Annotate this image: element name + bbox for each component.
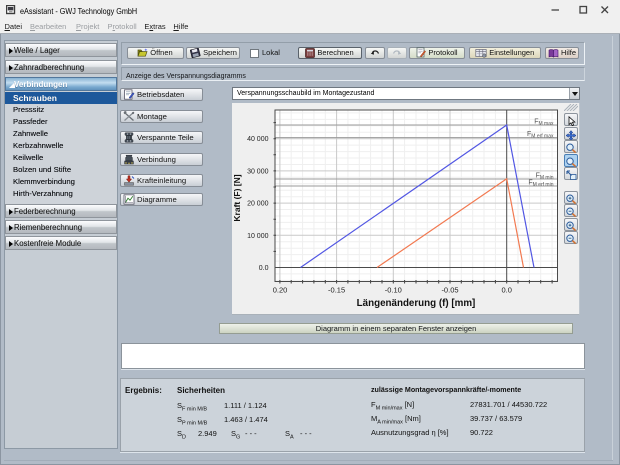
svg-text:-0.15: -0.15	[328, 286, 345, 295]
svg-text:Längenänderung (f) [mm]: Längenänderung (f) [mm]	[357, 298, 476, 309]
svg-text:20 000: 20 000	[247, 201, 269, 208]
svg-text:30 000: 30 000	[247, 168, 269, 175]
svg-text:Kraft (F) [N]: Kraft (F) [N]	[232, 174, 242, 221]
svg-text:0.0: 0.0	[501, 286, 511, 295]
svg-text:40 000: 40 000	[247, 136, 269, 143]
svg-text:-0.05: -0.05	[441, 286, 458, 295]
svg-text:0.20: 0.20	[273, 286, 288, 295]
svg-text:-0.10: -0.10	[385, 286, 402, 295]
svg-text:10 000: 10 000	[247, 233, 269, 240]
svg-text:0.0: 0.0	[259, 265, 269, 272]
